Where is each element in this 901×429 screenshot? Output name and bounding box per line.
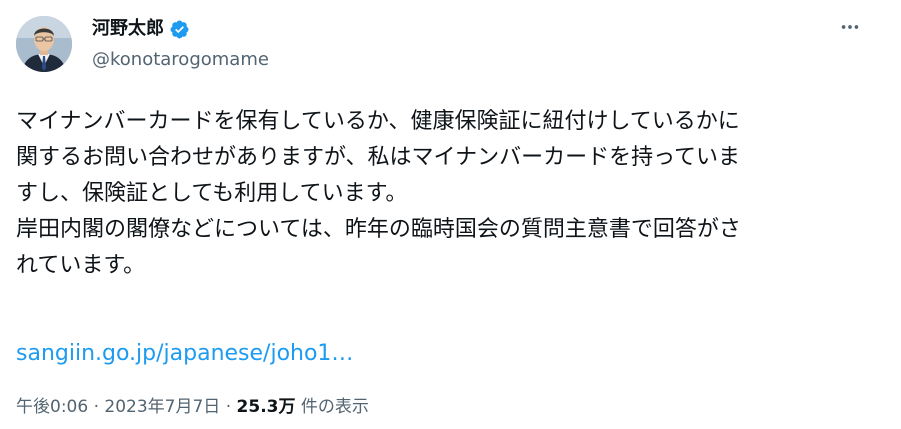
tweet-link[interactable]: sangiin.go.jp/japanese/joho1… [16,339,353,369]
meta-separator: · [88,397,105,417]
tweet-meta: 午後0:06 · 2023年7月7日 · 25.3万 件の表示 [16,395,369,419]
tweet-text-line: れています。 [16,253,146,278]
views-count: 25.3万 [236,397,296,417]
meta-separator: · [220,397,237,417]
person-in-suit-avatar-icon [16,16,72,72]
tweet-text: マイナンバーカードを保有しているか、健康保険証に紐付けしているかに 関するお問い… [16,104,886,284]
tweet-card: 河野太郎 @konotarogomame マイナンバーカードを保有しているか、健… [0,0,901,429]
author-handle[interactable]: @konotarogomame [92,48,269,72]
tweet-text-line: すし、保険証としても利用しています。 [16,181,408,206]
tweet-text-line: マイナンバーカードを保有しているか、健康保険証に紐付けしているかに [16,109,740,134]
tweet-time[interactable]: 午後0:06 [16,397,88,417]
tweet-text-line: 関するお問い合わせがありますが、私はマイナンバーカードを持っていま [16,145,741,170]
author-avatar[interactable] [16,16,72,72]
more-horizontal-icon [841,25,859,29]
more-options-button[interactable] [837,14,863,40]
verified-badge-icon [170,20,189,38]
author-display-name[interactable]: 河野太郎 [92,17,164,41]
author-name-row: 河野太郎 [92,17,190,41]
tweet-text-line: 岸田内閣の閣僚などについては、昨年の臨時国会の質問主意書で回答がさ [16,217,741,242]
tweet-date[interactable]: 2023年7月7日 [104,397,220,417]
views-label: 件の表示 [295,397,369,417]
